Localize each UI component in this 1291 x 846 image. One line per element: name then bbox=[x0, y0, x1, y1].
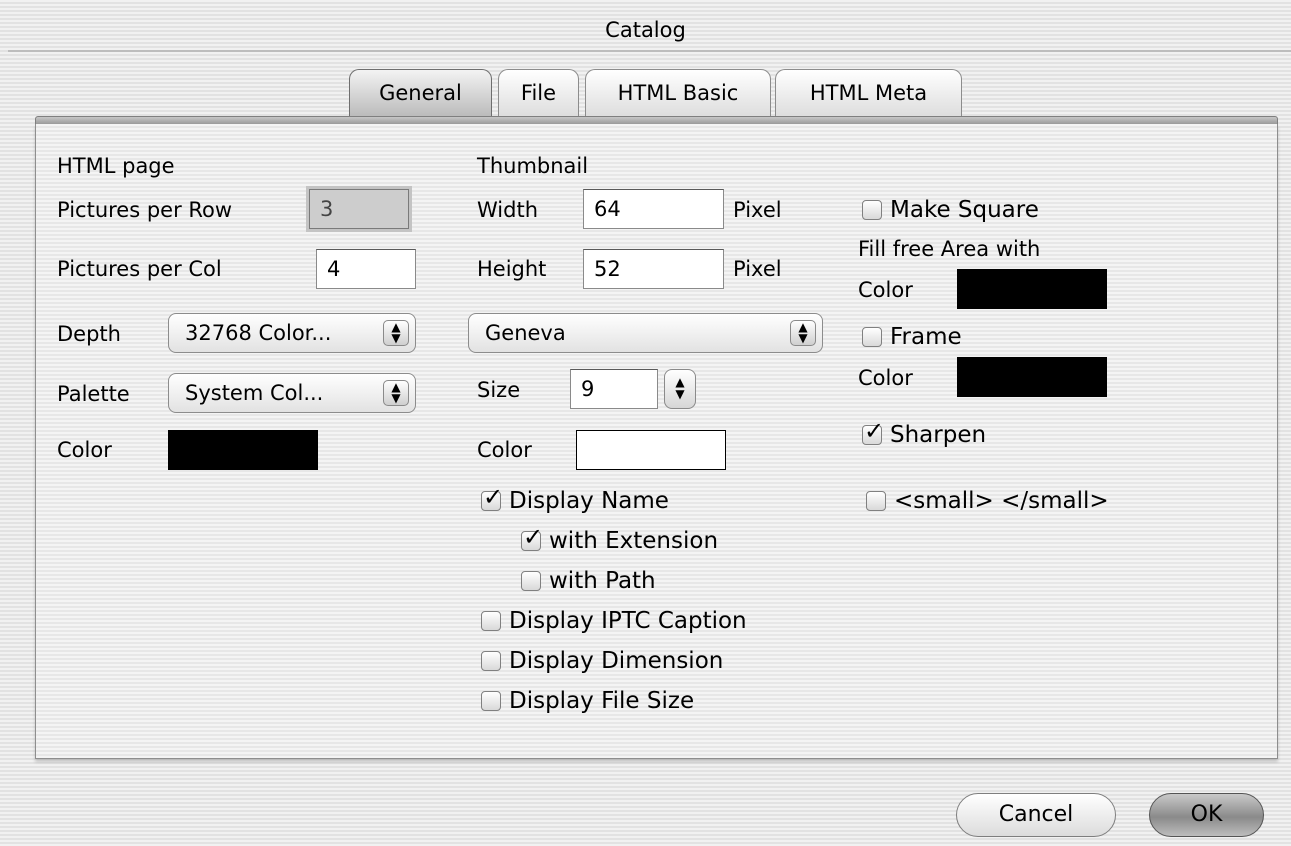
ok-button[interactable]: OK bbox=[1149, 793, 1264, 837]
frame-label: Frame bbox=[890, 324, 962, 350]
palette-label: Palette bbox=[57, 382, 130, 406]
up-down-arrows-icon: ▲ ▼ bbox=[790, 320, 816, 346]
up-down-arrows-icon: ▲ ▼ bbox=[383, 380, 409, 406]
font-size-stepper[interactable]: ▲ ▼ bbox=[664, 369, 696, 409]
display-iptc-caption-label: Display IPTC Caption bbox=[509, 608, 747, 634]
checkbox-box bbox=[862, 327, 882, 347]
frame-checkbox[interactable]: Frame bbox=[862, 324, 962, 350]
checkbox-box: ✓ bbox=[862, 417, 885, 445]
pictures-per-col-field[interactable]: 4 bbox=[316, 249, 416, 289]
make-square-checkbox[interactable]: Make Square bbox=[862, 197, 1039, 223]
thumbnail-height-field[interactable]: 52 bbox=[583, 249, 724, 289]
height-unit-label: Pixel bbox=[733, 257, 782, 281]
fill-color-label: Color bbox=[858, 278, 913, 302]
checkmark-icon: ✓ bbox=[483, 483, 504, 511]
pictures-per-row-label: Pictures per Row bbox=[57, 198, 233, 222]
depth-popup[interactable]: 32768 Color... ▲ ▼ bbox=[168, 313, 416, 353]
display-iptc-caption-checkbox[interactable]: Display IPTC Caption bbox=[481, 608, 747, 634]
tab-file[interactable]: File bbox=[498, 69, 579, 118]
checkmark-icon: ✓ bbox=[523, 523, 544, 551]
palette-popup[interactable]: System Col... ▲ ▼ bbox=[168, 373, 416, 413]
tab-html-basic[interactable]: HTML Basic bbox=[585, 69, 771, 118]
with-extension-label: with Extension bbox=[549, 528, 719, 554]
fill-free-area-label: Fill free Area with bbox=[858, 237, 1041, 261]
window-title: Catalog bbox=[605, 18, 686, 42]
with-path-label: with Path bbox=[549, 568, 656, 594]
display-name-label: Display Name bbox=[509, 488, 669, 514]
with-path-checkbox[interactable]: with Path bbox=[521, 568, 656, 594]
display-dimension-label: Display Dimension bbox=[509, 648, 724, 674]
tab-html-meta[interactable]: HTML Meta bbox=[775, 69, 962, 118]
thumbnail-section-label: Thumbnail bbox=[477, 154, 589, 178]
thumbnail-color-label: Color bbox=[477, 438, 532, 462]
page-color-label: Color bbox=[57, 438, 112, 462]
font-size-label: Size bbox=[477, 378, 521, 402]
sharpen-checkbox[interactable]: ✓ Sharpen bbox=[862, 417, 987, 448]
fill-color-swatch[interactable] bbox=[957, 269, 1107, 309]
tab-general[interactable]: General bbox=[349, 69, 492, 118]
title-divider bbox=[8, 50, 1291, 52]
pictures-per-col-label: Pictures per Col bbox=[57, 257, 222, 281]
checkbox-box bbox=[866, 491, 886, 511]
depth-popup-value: 32768 Color... bbox=[185, 321, 332, 345]
thumbnail-width-field[interactable]: 64 bbox=[583, 189, 724, 229]
cancel-button[interactable]: Cancel bbox=[956, 793, 1116, 837]
depth-label: Depth bbox=[57, 322, 121, 346]
checkbox-box: ✓ bbox=[521, 523, 544, 551]
thumbnail-height-label: Height bbox=[477, 257, 547, 281]
frame-color-label: Color bbox=[858, 366, 913, 390]
html-page-section-label: HTML page bbox=[57, 154, 175, 178]
frame-color-swatch[interactable] bbox=[957, 357, 1107, 397]
thumbnail-color-swatch[interactable] bbox=[576, 430, 726, 470]
page-color-swatch[interactable] bbox=[168, 430, 318, 470]
small-tag-checkbox[interactable]: <small> </small> bbox=[866, 488, 1109, 514]
checkbox-box bbox=[481, 691, 501, 711]
display-file-size-checkbox[interactable]: Display File Size bbox=[481, 688, 694, 714]
checkbox-box bbox=[862, 200, 882, 220]
font-popup-value: Geneva bbox=[485, 321, 566, 345]
checkbox-box bbox=[481, 651, 501, 671]
small-tag-label: <small> </small> bbox=[894, 488, 1109, 514]
display-name-checkbox[interactable]: ✓ Display Name bbox=[481, 483, 669, 514]
palette-popup-value: System Col... bbox=[185, 381, 324, 405]
width-unit-label: Pixel bbox=[733, 198, 782, 222]
up-down-arrows-icon: ▲ ▼ bbox=[383, 320, 409, 346]
font-popup[interactable]: Geneva ▲ ▼ bbox=[468, 313, 823, 353]
checkmark-icon: ✓ bbox=[864, 417, 885, 445]
font-size-field[interactable]: 9 bbox=[570, 369, 658, 409]
pictures-per-row-field[interactable]: 3 bbox=[309, 189, 409, 229]
up-down-arrows-icon: ▲ ▼ bbox=[675, 375, 685, 401]
checkbox-box: ✓ bbox=[481, 483, 504, 511]
display-file-size-label: Display File Size bbox=[509, 688, 695, 714]
checkbox-box bbox=[481, 611, 501, 631]
thumbnail-width-label: Width bbox=[477, 198, 539, 222]
make-square-label: Make Square bbox=[890, 197, 1039, 223]
tab-bar: General File HTML Basic HTML Meta bbox=[0, 69, 1291, 119]
display-dimension-checkbox[interactable]: Display Dimension bbox=[481, 648, 723, 674]
with-extension-checkbox[interactable]: ✓ with Extension bbox=[521, 523, 719, 554]
checkbox-box bbox=[521, 571, 541, 591]
sharpen-label: Sharpen bbox=[890, 422, 987, 448]
